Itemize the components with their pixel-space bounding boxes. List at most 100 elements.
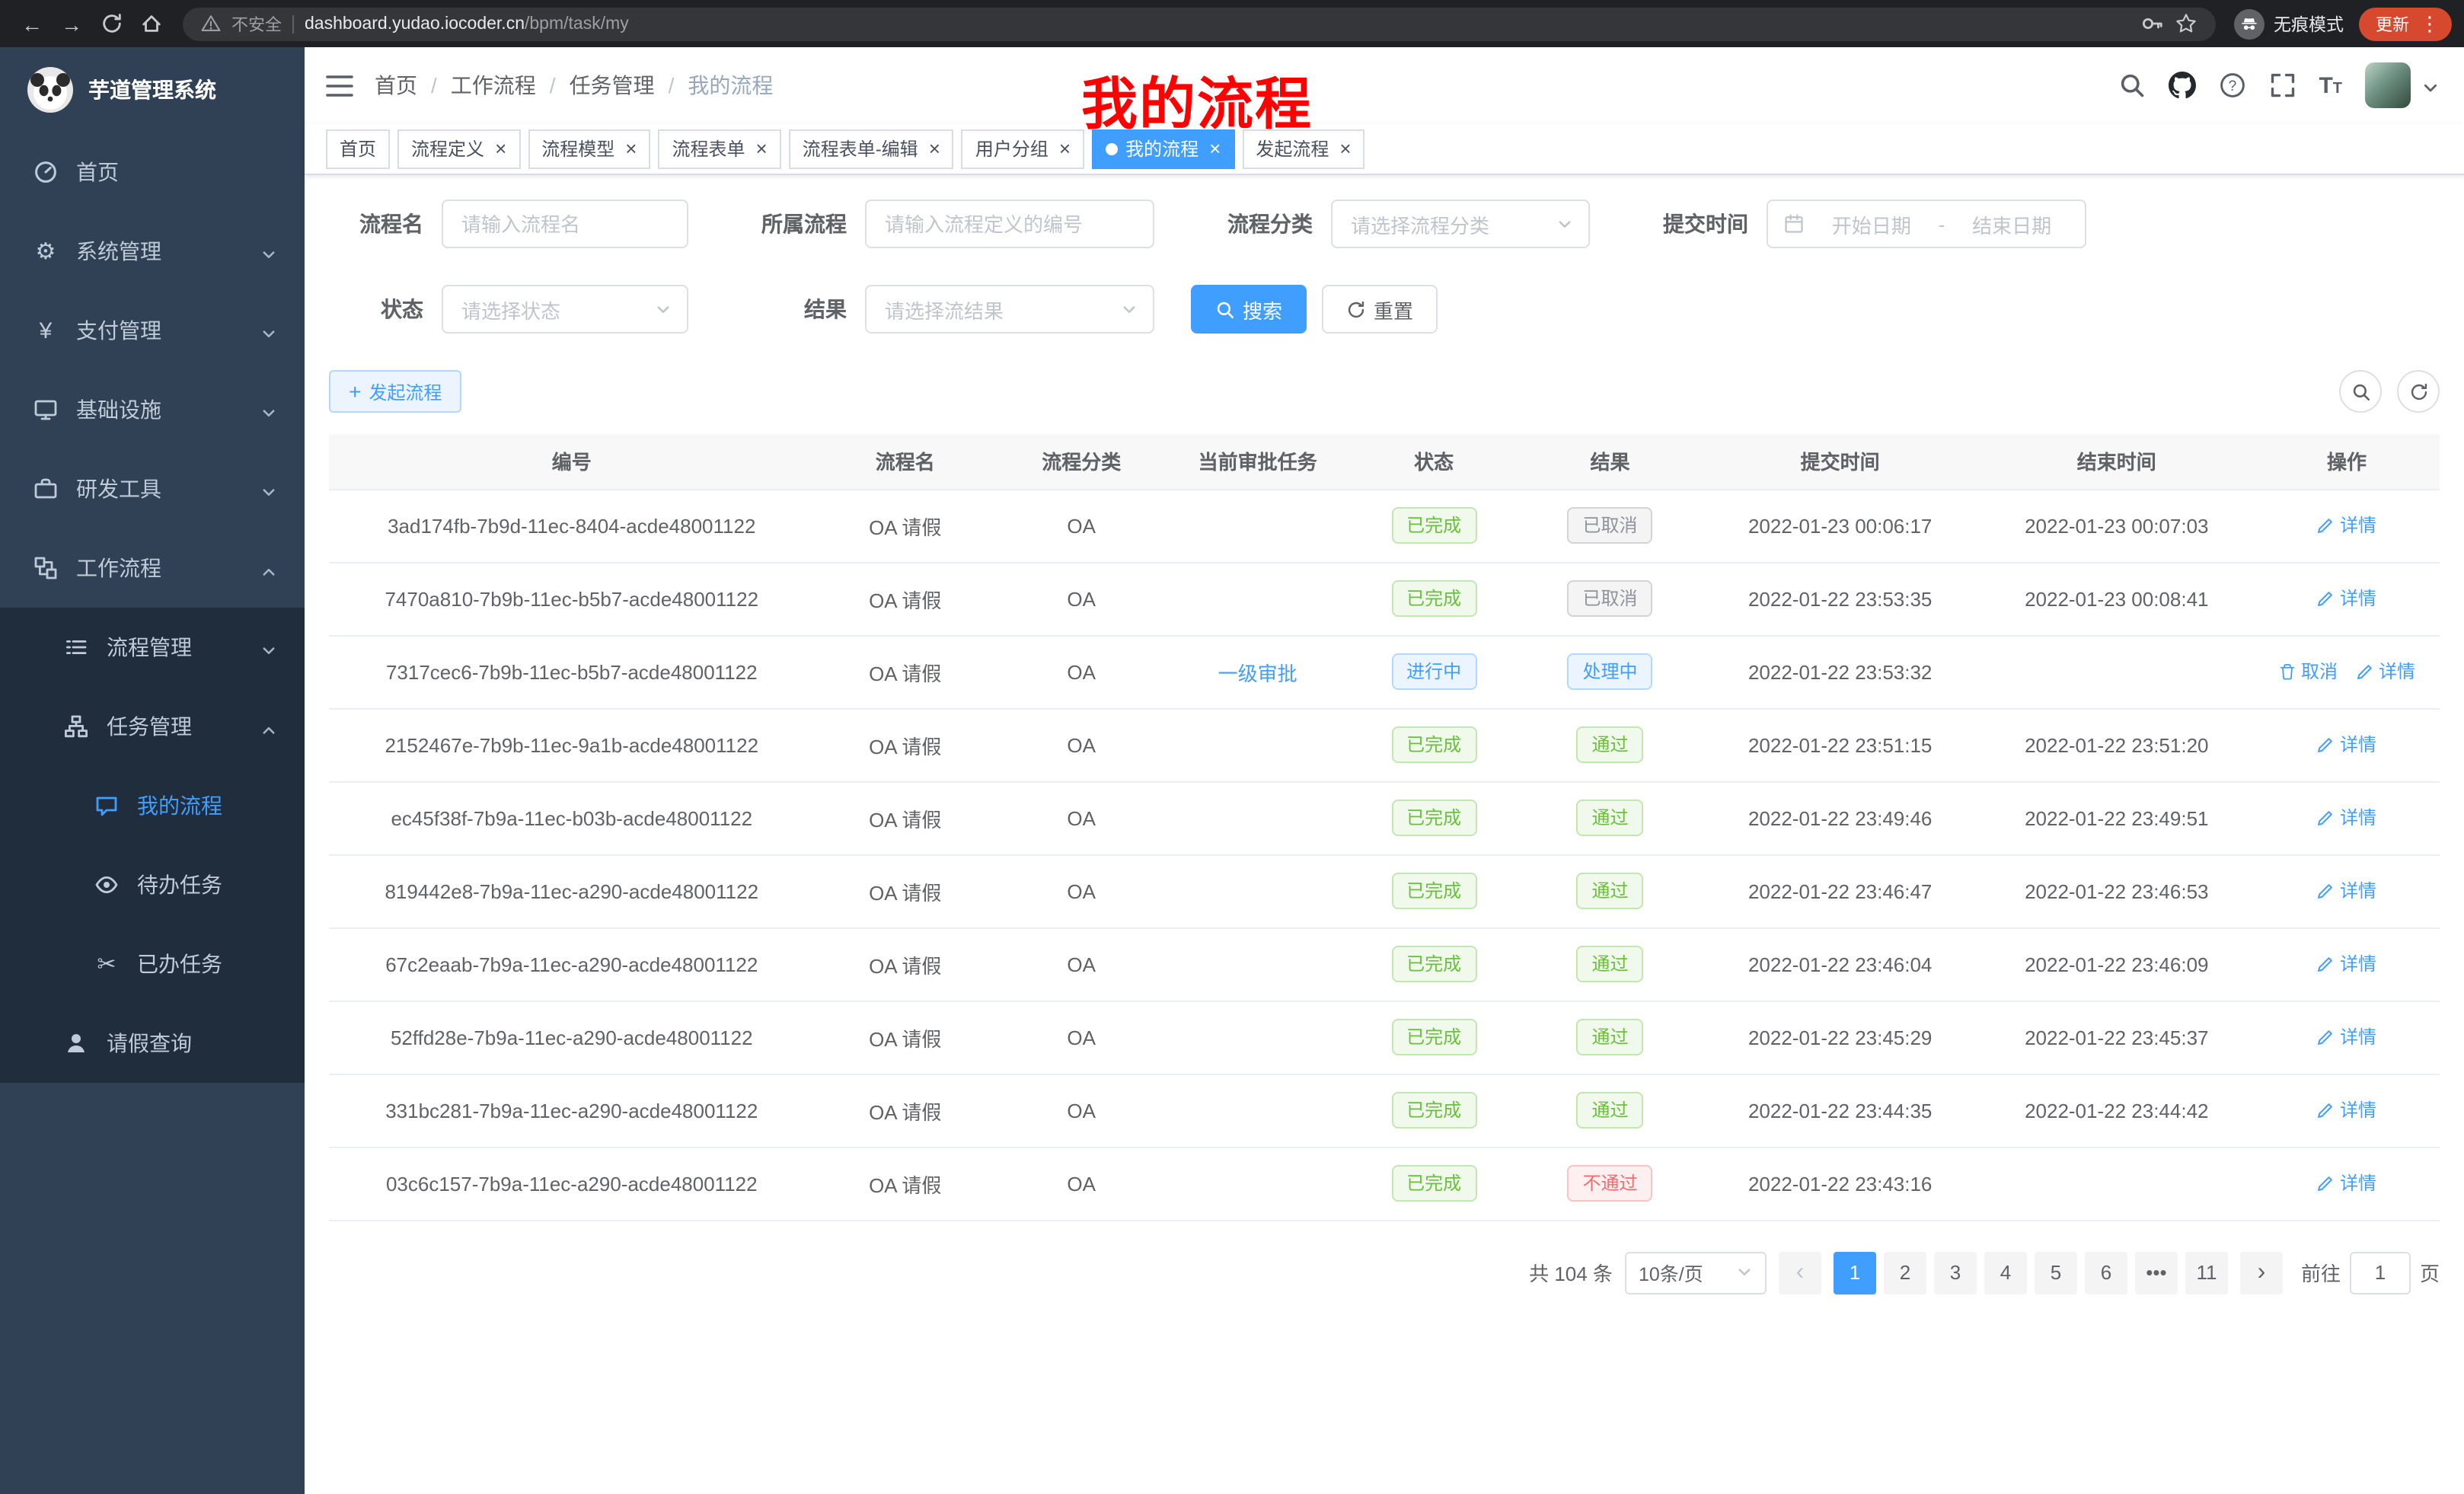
navbar-actions: ? TT [2118, 62, 2440, 108]
detail-action-link[interactable]: 详情 [2317, 805, 2376, 831]
detail-action-link[interactable]: 详情 [2317, 1097, 2376, 1123]
search-toggle-button[interactable] [2339, 370, 2382, 413]
tab-home[interactable]: 首页 [326, 129, 390, 168]
page-button-5[interactable]: 5 [2035, 1251, 2077, 1294]
refresh-table-button[interactable] [2397, 370, 2440, 413]
tab-process-model[interactable]: 流程模型 × [528, 129, 650, 168]
page-button-4[interactable]: 4 [1984, 1251, 2027, 1294]
sidebar-item-task-mgmt[interactable]: 任务管理 [0, 687, 305, 766]
gear-icon: ⚙ [34, 239, 58, 263]
key-icon[interactable] [2141, 12, 2164, 35]
tab-close-icon[interactable]: × [1059, 139, 1071, 158]
breadcrumb-item[interactable]: 首页 [375, 70, 417, 101]
tab-close-icon[interactable]: × [1339, 139, 1351, 158]
search-button[interactable]: 搜索 [1191, 285, 1307, 334]
cell-category: OA [996, 708, 1167, 781]
home-icon[interactable] [131, 4, 171, 43]
address-bar[interactable]: 不安全 dashboard.yudao.iocoder.cn/bpm/task/… [183, 7, 2216, 40]
detail-action-link[interactable]: 详情 [2317, 878, 2376, 904]
sidebar-item-my-process[interactable]: 我的流程 [0, 766, 305, 845]
tab-process-form-edit[interactable]: 流程表单-编辑× [789, 129, 954, 168]
search-icon[interactable] [2118, 72, 2145, 99]
sidebar-item-todo-tasks[interactable]: 待办任务 [0, 845, 305, 924]
star-icon[interactable] [2175, 12, 2197, 35]
sidebar-item-leave-query[interactable]: 请假查询 [0, 1004, 305, 1083]
cell-actions: 详情 [2254, 562, 2440, 635]
hamburger-icon[interactable] [305, 47, 375, 123]
column-header: 结果 [1519, 434, 1700, 489]
cancel-action-link[interactable]: 取消 [2278, 659, 2338, 685]
tab-process-form[interactable]: 流程表单× [658, 129, 780, 168]
action-label: 详情 [2379, 659, 2415, 685]
menu-dots-icon[interactable]: ⋮ [2415, 11, 2444, 36]
process-def-input[interactable] [865, 200, 1154, 248]
page-size-select[interactable]: 10条/页 [1625, 1251, 1767, 1294]
sidebar-item-system[interactable]: ⚙系统管理 [0, 212, 305, 291]
tab-label: 流程模型 [541, 136, 614, 161]
tab-close-icon[interactable]: × [495, 139, 506, 158]
tab-user-group[interactable]: 用户分组× [962, 129, 1084, 168]
sidebar-item-payment[interactable]: ¥支付管理 [0, 291, 305, 370]
create-process-button[interactable]: + 发起流程 [329, 370, 461, 413]
sidebar-item-home[interactable]: 首页 [0, 132, 305, 212]
sidebar-item-done-tasks[interactable]: ✂已办任务 [0, 924, 305, 1004]
breadcrumb-item[interactable]: 工作流程 [451, 70, 536, 101]
page-button-11[interactable]: 11 [2185, 1251, 2228, 1294]
result-select[interactable]: 请选择流结果 [865, 285, 1154, 334]
sidebar-item-workflow[interactable]: 工作流程 [0, 528, 305, 608]
avatar[interactable] [2365, 62, 2411, 108]
detail-action-link[interactable]: 详情 [2317, 951, 2376, 977]
current-task-link[interactable]: 一级审批 [1218, 662, 1297, 685]
breadcrumb-item[interactable]: 任务管理 [570, 70, 655, 101]
chevron-down-icon[interactable] [2421, 79, 2440, 97]
page-button-1[interactable]: 1 [1834, 1251, 1876, 1294]
detail-action-link[interactable]: 详情 [2356, 659, 2415, 685]
font-size-icon[interactable]: TT [2319, 72, 2342, 98]
help-icon[interactable]: ? [2218, 72, 2245, 99]
tab-close-icon[interactable]: × [756, 139, 768, 158]
cell-submit-time: 2022-01-22 23:53:35 [1701, 562, 1980, 635]
sidebar-item-infra[interactable]: 基础设施 [0, 370, 305, 449]
cell-current-task [1167, 854, 1348, 927]
monitor-icon [34, 397, 58, 422]
reset-button[interactable]: 重置 [1322, 285, 1438, 334]
detail-action-link[interactable]: 详情 [2317, 732, 2376, 758]
category-select[interactable]: 请选择流程分类 [1331, 200, 1590, 248]
cell-actions: 详情 [2254, 1147, 2440, 1220]
tab-close-icon[interactable]: × [625, 139, 637, 158]
detail-action-link[interactable]: 详情 [2317, 512, 2376, 538]
process-name-input[interactable] [442, 200, 688, 248]
url-domain: dashboard.yudao.iocoder.cn [305, 14, 525, 33]
sidebar-item-devtools[interactable]: 研发工具 [0, 449, 305, 528]
page-button-3[interactable]: 3 [1934, 1251, 1977, 1294]
sidebar-item-label: 首页 [76, 157, 119, 187]
fullscreen-icon[interactable] [2268, 72, 2296, 99]
goto-page-input[interactable] [2350, 1251, 2411, 1294]
page-button-6[interactable]: 6 [2085, 1251, 2127, 1294]
page-button-2[interactable]: 2 [1884, 1251, 1926, 1294]
detail-action-link[interactable]: 详情 [2317, 1024, 2376, 1050]
search-label: 搜索 [1243, 295, 1282, 324]
sidebar: 芋道管理系统 首页⚙系统管理¥支付管理基础设施研发工具工作流程流程管理任务管理我… [0, 47, 305, 1494]
back-icon[interactable]: ← [12, 4, 52, 43]
tab-process-definition[interactable]: 流程定义× [397, 129, 520, 168]
security-label[interactable]: 不安全 [231, 11, 282, 36]
github-icon[interactable] [2168, 72, 2195, 99]
url-text[interactable]: dashboard.yudao.iocoder.cn/bpm/task/my [305, 14, 629, 33]
reload-icon[interactable] [91, 4, 131, 43]
incognito-icon [2234, 8, 2265, 39]
date-range-picker[interactable]: 开始日期 - 结束日期 [1767, 200, 2086, 248]
pagination-ellipsis[interactable]: ••• [2135, 1251, 2178, 1294]
result-badge: 通过 [1577, 946, 1644, 982]
prev-page-button[interactable]: ‹ [1779, 1251, 1821, 1294]
next-page-button[interactable]: › [2240, 1251, 2283, 1294]
tab-close-icon[interactable]: × [1209, 139, 1221, 158]
sidebar-item-process-mgmt[interactable]: 流程管理 [0, 608, 305, 687]
detail-action-link[interactable]: 详情 [2317, 586, 2376, 611]
tab-close-icon[interactable]: × [929, 139, 940, 158]
detail-action-link[interactable]: 详情 [2317, 1170, 2376, 1196]
update-button[interactable]: 更新 ⋮ [2359, 7, 2452, 40]
status-select[interactable]: 请选择状态 [442, 285, 688, 334]
chevron-down-icon [260, 639, 277, 656]
forward-icon[interactable]: → [52, 4, 91, 43]
